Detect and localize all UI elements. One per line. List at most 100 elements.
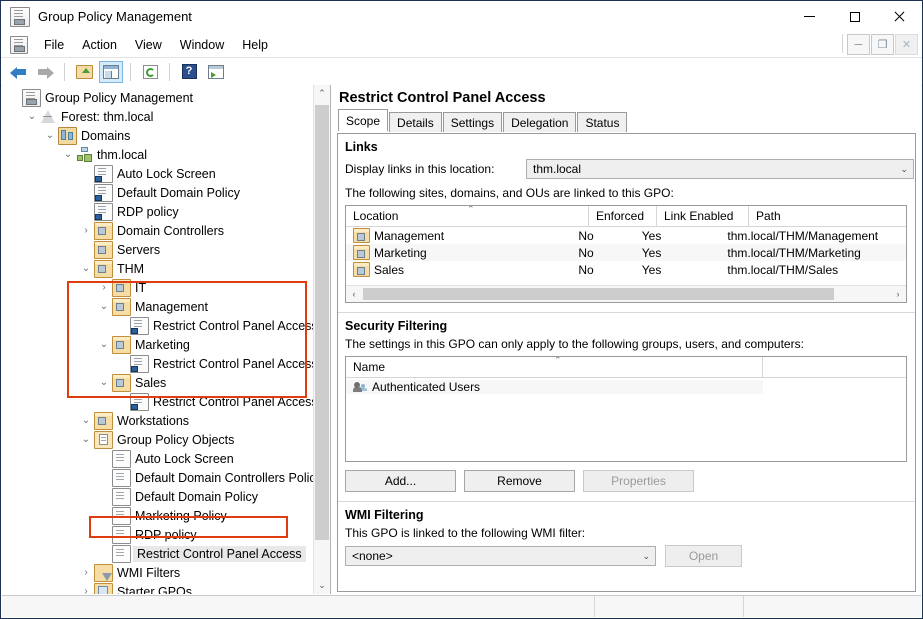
tree-item-wmi-filters[interactable]: ›WMI Filters xyxy=(2,563,313,582)
tree-item-rdp-policy[interactable]: RDP policy xyxy=(2,525,313,544)
scroll-up-arrow-icon[interactable]: ⌃ xyxy=(314,85,330,102)
back-arrow-icon xyxy=(10,65,27,78)
chevron-down-icon[interactable]: ⌄ xyxy=(78,430,94,449)
scrollbar-thumb[interactable] xyxy=(315,105,329,540)
chevron-down-icon[interactable]: ⌄ xyxy=(60,145,76,164)
table-row[interactable]: SalesNoYesthm.local/THM/Sales xyxy=(346,261,906,278)
scroll-right-arrow-icon[interactable]: › xyxy=(890,289,906,299)
tree-item-restrict-control-panel-access[interactable]: Restrict Control Panel Access xyxy=(2,392,313,411)
chevron-down-icon[interactable]: ⌄ xyxy=(96,297,112,316)
chevron-down-icon[interactable]: ⌄ xyxy=(78,259,94,278)
back-button[interactable] xyxy=(6,61,30,83)
chevron-down-icon[interactable]: ⌄ xyxy=(78,411,94,430)
tree-item-marketing[interactable]: ⌄Marketing xyxy=(2,335,313,354)
up-one-level-button[interactable] xyxy=(72,61,96,83)
users-group-icon xyxy=(353,380,368,393)
chevron-right-icon[interactable]: › xyxy=(96,278,112,297)
console-tree[interactable]: Group Policy Management⌄Forest: thm.loca… xyxy=(2,88,313,594)
tab-scope[interactable]: Scope xyxy=(338,109,388,131)
scrollbar-thumb[interactable] xyxy=(363,288,834,300)
links-grid[interactable]: Location ⌃ Enforced Link Enabled Path Ma… xyxy=(345,205,907,303)
tree-item-management[interactable]: ⌄Management xyxy=(2,297,313,316)
links-column-link-enabled[interactable]: Link Enabled xyxy=(657,206,749,226)
display-links-location-dropdown[interactable]: thm.local ⌄ xyxy=(526,159,914,179)
tree-item-default-domain-controllers-policy[interactable]: Default Domain Controllers Policy xyxy=(2,468,313,487)
status-bar xyxy=(2,595,921,617)
close-button[interactable] xyxy=(877,1,922,32)
mdi-restore-button[interactable]: ❐ xyxy=(871,34,894,55)
tab-status[interactable]: Status xyxy=(577,112,627,132)
wmi-filter-value: <none> xyxy=(352,549,393,563)
chevron-right-icon[interactable]: › xyxy=(78,563,94,582)
expander-spacer xyxy=(96,468,112,487)
tree-item-rdp-policy[interactable]: RDP policy xyxy=(2,202,313,221)
tab-details[interactable]: Details xyxy=(389,112,442,132)
table-row[interactable]: MarketingNoYesthm.local/THM/Marketing xyxy=(346,244,906,261)
remove-button[interactable]: Remove xyxy=(464,470,575,492)
help-button[interactable]: ? xyxy=(177,61,201,83)
tree-item-servers[interactable]: Servers xyxy=(2,240,313,259)
tree-item-marketing-policy[interactable]: Marketing Policy xyxy=(2,506,313,525)
tree-item-auto-lock-screen[interactable]: Auto Lock Screen xyxy=(2,164,313,183)
wmi-filtering-heading: WMI Filtering xyxy=(338,502,915,526)
chevron-down-icon: ⌄ xyxy=(642,551,650,562)
chevron-down-icon[interactable]: ⌄ xyxy=(42,126,58,145)
tree-item-thm[interactable]: ⌄THM xyxy=(2,259,313,278)
security-filtering-column-name[interactable]: Name ⌃ xyxy=(346,357,763,377)
links-column-location[interactable]: Location ⌃ xyxy=(346,206,589,226)
forward-button[interactable] xyxy=(33,61,57,83)
menu-help[interactable]: Help xyxy=(233,35,277,55)
scroll-down-arrow-icon[interactable]: ⌄ xyxy=(314,577,330,594)
expander-spacer xyxy=(96,544,112,563)
export-list-button[interactable] xyxy=(204,61,228,83)
tree-item-thm-local[interactable]: ⌄thm.local xyxy=(2,145,313,164)
open-wmi-filter-button[interactable]: Open xyxy=(665,545,742,567)
refresh-button[interactable] xyxy=(138,61,162,83)
minimize-button[interactable] xyxy=(787,1,832,32)
chevron-right-icon[interactable]: › xyxy=(78,221,94,240)
tree-item-starter-gpos[interactable]: › Starter GPOs xyxy=(2,582,313,594)
links-column-enforced[interactable]: Enforced xyxy=(589,206,657,226)
chevron-down-icon[interactable]: ⌄ xyxy=(96,335,112,354)
tab-settings[interactable]: Settings xyxy=(443,112,502,132)
mdi-minimize-button[interactable]: ─ xyxy=(847,34,870,55)
security-filtering-grid[interactable]: Name ⌃ Authenticated Users xyxy=(345,356,907,462)
tree-vertical-scrollbar[interactable]: ⌃ ⌄ xyxy=(313,85,330,594)
tab-delegation[interactable]: Delegation xyxy=(503,112,576,132)
tree-item-restrict-control-panel-access[interactable]: Restrict Control Panel Access xyxy=(2,316,313,335)
tree-item-domain-controllers[interactable]: ›Domain Controllers xyxy=(2,221,313,240)
menu-view[interactable]: View xyxy=(126,35,171,55)
tree-item-it[interactable]: ›IT xyxy=(2,278,313,297)
add-button[interactable]: Add... xyxy=(345,470,456,492)
tree-item-workstations[interactable]: ⌄Workstations xyxy=(2,411,313,430)
links-horizontal-scrollbar[interactable]: ‹ › xyxy=(346,285,906,302)
table-row[interactable]: ManagementNoYesthm.local/THM/Management xyxy=(346,227,906,244)
tree-item-auto-lock-screen[interactable]: Auto Lock Screen xyxy=(2,449,313,468)
menu-window[interactable]: Window xyxy=(171,35,233,55)
tree-item-domains[interactable]: ⌄Domains xyxy=(2,126,313,145)
maximize-button[interactable] xyxy=(832,1,877,32)
tree-item-label: Starter GPOs xyxy=(117,585,198,595)
link-enforced-cell: No xyxy=(571,229,634,243)
tree-item-restrict-control-panel-access[interactable]: Restrict Control Panel Access xyxy=(2,544,313,563)
tree-item-group-policy-management[interactable]: Group Policy Management xyxy=(2,88,313,107)
tree-item-restrict-control-panel-access[interactable]: Restrict Control Panel Access xyxy=(2,354,313,373)
chevron-down-icon[interactable]: ⌄ xyxy=(96,373,112,392)
wmi-filter-dropdown[interactable]: <none> ⌄ xyxy=(345,546,656,566)
menu-file[interactable]: File xyxy=(35,35,73,55)
mdi-close-button[interactable]: ✕ xyxy=(895,34,918,55)
show-console-tree-button[interactable] xyxy=(99,61,123,83)
menu-action[interactable]: Action xyxy=(73,35,126,55)
tree-item-sales[interactable]: ⌄Sales xyxy=(2,373,313,392)
tree-item-default-domain-policy[interactable]: Default Domain Policy xyxy=(2,183,313,202)
chevron-down-icon[interactable]: ⌄ xyxy=(24,107,40,126)
list-item[interactable]: Authenticated Users xyxy=(346,378,906,395)
tree-item-forest-thm-local[interactable]: ⌄Forest: thm.local xyxy=(2,107,313,126)
chevron-right-icon[interactable]: › xyxy=(78,582,94,594)
security-filtering-description: The settings in this GPO can only apply … xyxy=(338,337,915,351)
properties-button[interactable]: Properties xyxy=(583,470,694,492)
tree-item-group-policy-objects[interactable]: ⌄Group Policy Objects xyxy=(2,430,313,449)
links-column-path[interactable]: Path xyxy=(749,206,889,226)
scroll-left-arrow-icon[interactable]: ‹ xyxy=(346,289,362,299)
tree-item-default-domain-policy[interactable]: Default Domain Policy xyxy=(2,487,313,506)
